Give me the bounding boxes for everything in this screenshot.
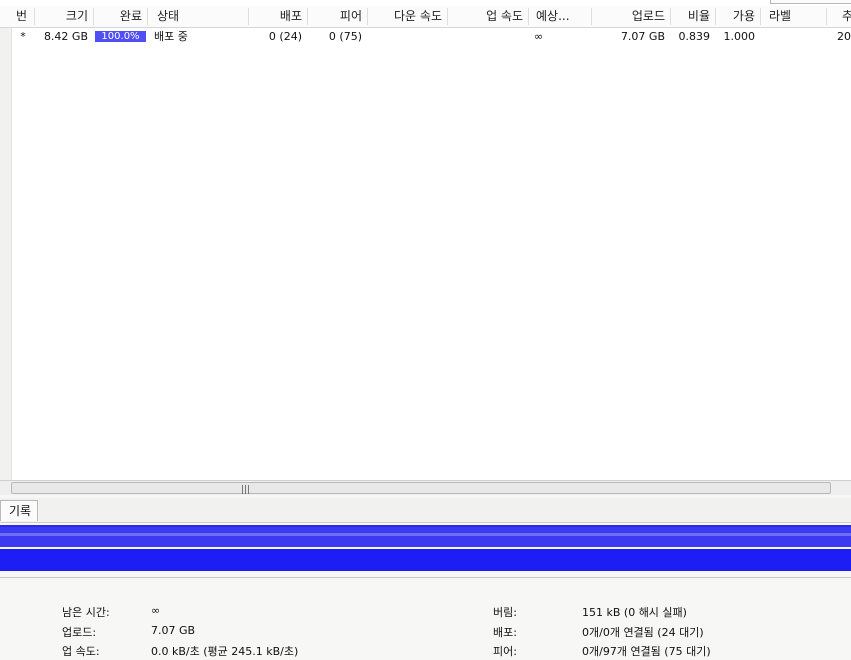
column-size[interactable]: 크기 [35, 6, 92, 27]
stat-value-remaining: ∞ [151, 604, 161, 617]
done-progress-bar: 100.0% [95, 31, 146, 42]
column-status[interactable]: 상태 [153, 6, 247, 27]
cell-peers: 0 (75) [328, 30, 362, 43]
column-num[interactable]: 번 [12, 6, 34, 27]
torrent-list[interactable]: 번 크기 완료 상태 배포 피어 다운 속도 업 속도 예상... 업로드 비율… [0, 6, 851, 482]
transfer-stats: 남은 시간: ∞ 업로드: 7.07 GB 업 속도: 0.0 kB/초 (평균… [0, 578, 851, 660]
column-up-speed[interactable]: 업 속도 [448, 6, 527, 27]
cell-uploaded: 7.07 GB [620, 30, 665, 43]
search-frame [770, 0, 851, 4]
cell-added: 20 [837, 30, 851, 43]
availability-bar [0, 549, 851, 571]
cell-down-speed [368, 28, 446, 45]
column-divider[interactable] [147, 8, 148, 25]
cell-done: 100.0% [101, 31, 140, 42]
column-ratio[interactable]: 비율 [671, 6, 714, 27]
cell-availability: 1.000 [723, 30, 756, 43]
scrollbar-thumb[interactable]: ||| [11, 482, 831, 495]
column-divider[interactable] [760, 8, 761, 25]
stat-value-seeds: 0개/0개 연결됨 (24 대기) [582, 626, 704, 639]
row-gutter [0, 28, 12, 482]
column-divider[interactable] [528, 8, 529, 25]
column-header-row: 번 크기 완료 상태 배포 피어 다운 속도 업 속도 예상... 업로드 비율… [0, 6, 851, 28]
table-row[interactable]: * 8.42 GB 100.0% 배포 중 0 (24) 0 (75) ∞ 7.… [0, 28, 851, 45]
column-added[interactable]: 추 [827, 6, 851, 27]
stat-label-up-speed: 업 속도: [62, 645, 100, 658]
stat-value-uploaded: 7.07 GB [151, 624, 196, 637]
stat-label-peers: 피어: [493, 645, 517, 658]
cell-eta: ∞ [534, 30, 544, 43]
stat-value-up-speed: 0.0 kB/초 (평균 245.1 kB/초) [151, 645, 299, 658]
column-uploaded[interactable]: 업로드 [592, 6, 669, 27]
grip-icon: ||| [241, 485, 251, 495]
cell-ratio: 0.839 [678, 30, 711, 43]
column-done[interactable]: 완료 [94, 6, 146, 27]
detail-tab-bar: 기록 [0, 498, 851, 523]
tab-log[interactable]: 기록 [0, 500, 39, 521]
pieces-bar-highlight [0, 533, 851, 536]
stat-value-peers: 0개/97개 연결됨 (75 대기) [582, 645, 711, 658]
cell-seeds: 0 (24) [268, 30, 302, 43]
column-label[interactable]: 라벨 [765, 6, 825, 27]
cell-up-speed [448, 28, 527, 45]
cell-size: 8.42 GB [43, 30, 88, 43]
cell-status: 배포 중 [154, 30, 188, 43]
column-seeds[interactable]: 배포 [249, 6, 306, 27]
cell-label [761, 28, 825, 45]
stat-label-remaining: 남은 시간: [62, 606, 110, 619]
column-availability[interactable]: 가용 [716, 6, 759, 27]
column-down-speed[interactable]: 다운 속도 [368, 6, 446, 27]
stat-value-wasted: 151 kB (0 해시 실패) [582, 606, 687, 619]
cell-num: * [20, 30, 26, 43]
column-eta[interactable]: 예상... [532, 6, 590, 27]
stat-label-seeds: 배포: [493, 626, 517, 639]
pieces-bar [0, 525, 851, 547]
stat-label-wasted: 버림: [493, 606, 517, 619]
stat-label-uploaded: 업로드: [62, 626, 97, 639]
column-peers[interactable]: 피어 [308, 6, 366, 27]
horizontal-scrollbar[interactable]: ||| [0, 480, 851, 495]
